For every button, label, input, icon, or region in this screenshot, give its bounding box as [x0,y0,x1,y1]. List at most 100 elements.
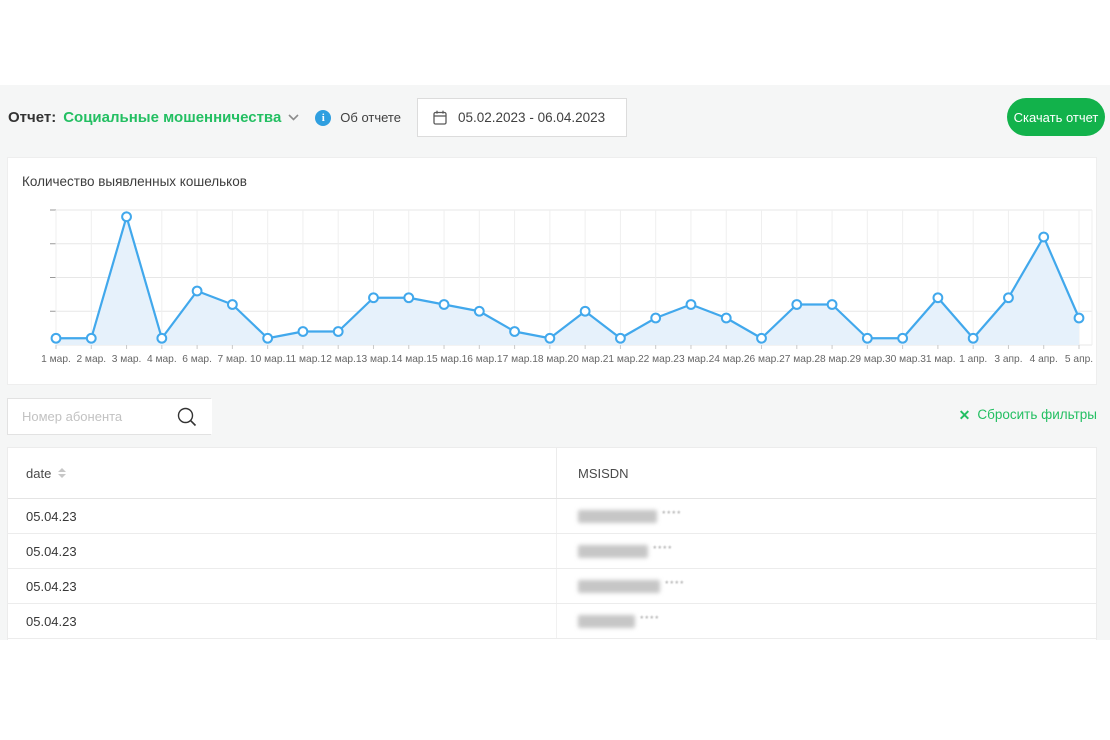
date-range-picker[interactable]: 05.02.2023 - 06.04.2023 [417,98,627,137]
x-axis-label: 18 мар. [532,354,567,365]
x-axis-label: 1 мар. [41,354,71,365]
x-axis-label: 5 апр. [1065,354,1093,365]
x-axis-label: 4 мар. [147,354,177,365]
reset-filters-link[interactable]: ✕ Сбросить фильтры [959,407,1097,422]
masked-msisdn-suffix: **** [665,579,685,589]
cell-msisdn: **** [557,604,1096,638]
chart-point[interactable] [52,334,61,343]
chart-point[interactable] [651,314,660,323]
sort-icon[interactable] [58,468,66,478]
chart-point[interactable] [193,287,202,296]
table-row: 05.04.23 **** [8,499,1096,534]
chart-point[interactable] [933,293,942,302]
column-header-date-label: date [26,466,51,481]
subscriber-search-box [7,398,211,435]
cell-date: 05.04.23 [8,604,557,638]
info-icon[interactable]: i [315,110,331,126]
wallet-chart[interactable]: 1 мар.2 мар.3 мар.4 мар.6 мар.7 мар.10 м… [8,202,1098,374]
chart-point[interactable] [263,334,272,343]
table-body: 05.04.23****05.04.23****05.04.23****05.0… [8,499,1096,639]
x-axis-label: 29 мар. [850,354,885,365]
x-axis-label: 17 мар. [497,354,532,365]
masked-msisdn-suffix: **** [662,509,682,519]
x-axis-label: 16 мар. [462,354,497,365]
cell-date: 05.04.23 [8,534,557,568]
x-axis-label: 21 мар. [603,354,638,365]
chart-point[interactable] [87,334,96,343]
chart-point[interactable] [228,300,237,309]
masked-msisdn-blob [578,615,635,628]
x-axis-label: 24 мар. [709,354,744,365]
chart-point[interactable] [581,307,590,316]
chart-point[interactable] [299,327,308,336]
chart-point[interactable] [1004,293,1013,302]
x-axis-label: 2 мар. [76,354,106,365]
chart-point[interactable] [545,334,554,343]
report-select[interactable]: Социальные мошенничества [63,109,281,126]
chart-point[interactable] [510,327,519,336]
x-axis-label: 28 мар. [814,354,849,365]
chart-point[interactable] [475,307,484,316]
wallets-chart-card: Количество выявленных кошельков 1 мар.2 … [7,157,1097,385]
chart-point[interactable] [792,300,801,309]
x-axis-label: 13 мар. [356,354,391,365]
search-icon[interactable] [176,406,198,433]
content-section: Отчет: Социальные мошенничества i Об отч… [0,85,1110,640]
column-header-msisdn-label: MSISDN [578,466,629,481]
x-axis-label: 12 мар. [321,354,356,365]
chart-point[interactable] [369,293,378,302]
chart-point[interactable] [828,300,837,309]
chart-point[interactable] [863,334,872,343]
chart-point[interactable] [157,334,166,343]
chart-point[interactable] [687,300,696,309]
chart-point[interactable] [969,334,978,343]
date-range-value: 05.02.2023 - 06.04.2023 [458,110,605,125]
chart-point[interactable] [1075,314,1084,323]
masked-msisdn-suffix: **** [653,544,673,554]
chart-point[interactable] [122,212,131,221]
chart-point[interactable] [334,327,343,336]
cell-date: 05.04.23 [8,499,557,533]
chart-point[interactable] [722,314,731,323]
x-axis-label: 15 мар. [426,354,461,365]
masked-msisdn-blob [578,545,648,558]
column-header-msisdn: MSISDN [557,448,1096,498]
chevron-down-icon[interactable] [288,114,299,121]
x-axis-label: 10 мар. [250,354,285,365]
table-header-row: date MSISDN [8,448,1096,499]
calendar-icon [433,110,447,125]
chart-point[interactable] [1039,233,1048,242]
x-axis-label: 3 апр. [994,354,1022,365]
masked-msisdn-blob [578,510,657,523]
cell-msisdn: **** [557,499,1096,533]
x-axis-label: 6 мар. [182,354,212,365]
download-report-button[interactable]: Скачать отчет [1007,98,1105,136]
cell-msisdn: **** [557,569,1096,603]
column-header-date[interactable]: date [8,448,557,498]
table-row: 05.04.23 **** [8,604,1096,639]
x-axis-label: 14 мар. [391,354,426,365]
table-row: 05.04.23 **** [8,534,1096,569]
report-selector-row: Отчет: Социальные мошенничества i Об отч… [8,98,401,137]
chart-point[interactable] [404,293,413,302]
cell-date: 05.04.23 [8,569,557,603]
x-axis-label: 23 мар. [673,354,708,365]
x-axis-label: 7 мар. [218,354,248,365]
chart-point[interactable] [616,334,625,343]
x-axis-label: 26 мар. [744,354,779,365]
masked-msisdn-suffix: **** [640,614,660,624]
x-axis-label: 20 мар. [567,354,602,365]
chart-point[interactable] [898,334,907,343]
close-icon: ✕ [959,408,971,422]
x-axis-label: 30 мар. [885,354,920,365]
x-axis-label: 11 мар. [286,354,321,365]
masked-msisdn-blob [578,580,660,593]
x-axis-label: 4 апр. [1030,354,1058,365]
about-report-link[interactable]: Об отчете [340,110,401,125]
table-row: 05.04.23 **** [8,569,1096,604]
chart-point[interactable] [440,300,449,309]
results-table: date MSISDN 05.04.23****05.04.23****05.0… [7,447,1097,640]
cell-msisdn: **** [557,534,1096,568]
chart-point[interactable] [757,334,766,343]
x-axis-label: 31 мар. [920,354,955,365]
